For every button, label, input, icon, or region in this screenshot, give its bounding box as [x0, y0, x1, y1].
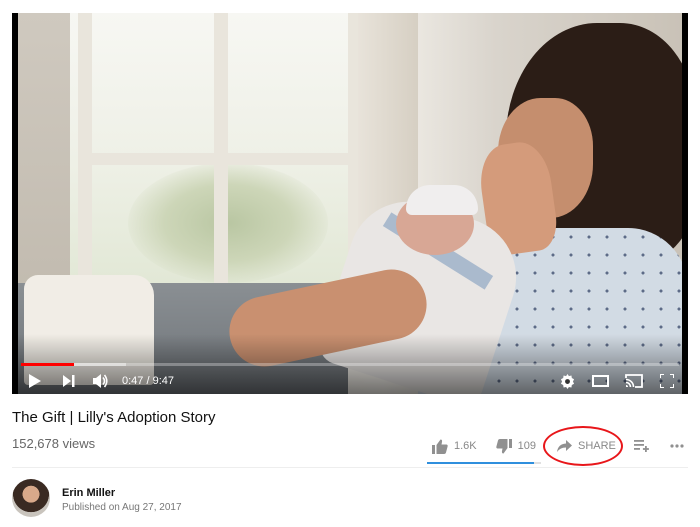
channel-name[interactable]: Erin Miller: [62, 487, 115, 499]
cast-button[interactable]: [624, 368, 644, 394]
player-right-controls: [558, 368, 676, 394]
add-to-playlist-icon: [633, 440, 649, 452]
dislike-count: 109: [517, 440, 536, 452]
channel-avatar[interactable]: [12, 479, 50, 517]
add-to-playlist-button[interactable]: [633, 436, 650, 456]
theater-mode-button[interactable]: [590, 368, 610, 394]
player-controls: 0:47 / 9:47: [12, 368, 688, 394]
next-icon: [63, 375, 75, 387]
next-button[interactable]: [58, 368, 80, 394]
cast-icon: [625, 374, 643, 388]
more-actions-button[interactable]: [670, 436, 684, 456]
view-count: 152,678 views: [12, 436, 96, 451]
volume-icon: [93, 374, 108, 388]
play-button[interactable]: [24, 368, 46, 394]
like-dislike-ratio-bar: [427, 462, 541, 464]
video-title: The Gift | Lilly's Adoption Story: [12, 409, 216, 426]
info-divider: [12, 467, 688, 468]
share-highlight-circle: [543, 426, 623, 466]
publish-date: Published on Aug 27, 2017: [62, 502, 182, 513]
like-ratio-fill: [427, 462, 535, 464]
video-scene-baby-cap: [406, 185, 478, 215]
played-progress: [21, 363, 74, 366]
total-duration: 9:47: [152, 375, 175, 387]
settings-button[interactable]: [558, 368, 576, 394]
video-scene-greenery: [128, 163, 328, 283]
thumbs-up-icon: [432, 439, 448, 454]
time-separator: /: [146, 375, 150, 387]
time-display: 0:47 / 9:47: [122, 375, 174, 387]
more-icon: [670, 444, 684, 448]
like-count: 1.6K: [454, 440, 477, 452]
thumbs-down-icon: [495, 438, 512, 453]
play-icon: [29, 374, 41, 388]
progress-bar[interactable]: [21, 363, 679, 366]
fullscreen-icon: [660, 374, 674, 388]
settings-icon: [560, 373, 574, 389]
current-time: 0:47: [122, 375, 144, 387]
dislike-button[interactable]: 109: [495, 436, 536, 456]
theater-mode-icon: [591, 375, 609, 387]
like-button[interactable]: 1.6K: [432, 436, 477, 456]
video-player[interactable]: 0:47 / 9:47: [12, 13, 688, 394]
fullscreen-button[interactable]: [658, 368, 676, 394]
mute-button[interactable]: [90, 368, 112, 394]
video-scene-window-frame: [78, 153, 358, 165]
